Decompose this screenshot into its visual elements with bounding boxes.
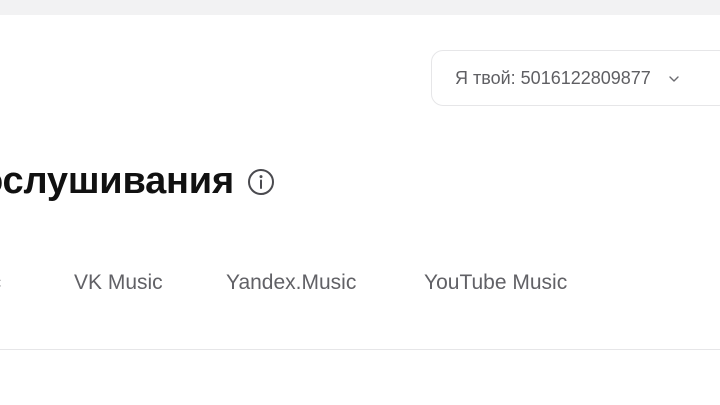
tab-youtube-music[interactable]: YouTube Music [424,271,567,295]
account-select-label: Я твой: 5016122809877 [455,67,651,88]
page-title-row: ослушивания [0,160,275,203]
tab-yandex-music[interactable]: Yandex.Music [226,271,356,295]
tab-music-partial[interactable]: ic [0,271,1,295]
top-strip [0,0,720,15]
service-tabs: ic VK Music Yandex.Music YouTube Music [0,271,720,301]
info-icon[interactable] [247,168,275,196]
account-select[interactable]: Я твой: 5016122809877 [431,50,720,106]
tab-vk-music[interactable]: VK Music [74,271,163,295]
chevron-down-icon [668,72,680,84]
page-title: ослушивания [0,160,234,202]
tabs-divider [0,349,720,350]
